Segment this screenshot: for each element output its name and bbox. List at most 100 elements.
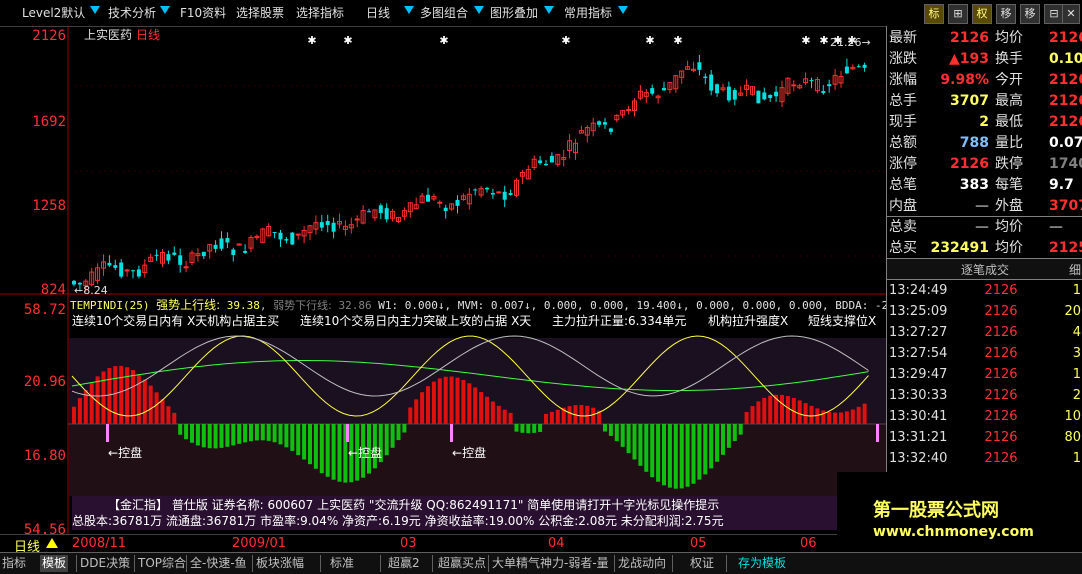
restore-button[interactable]: ⊟ bbox=[1044, 4, 1064, 24]
dropdown-arrow-icon[interactable] bbox=[90, 6, 100, 14]
tab-buy-point[interactable]: 超赢买点 bbox=[438, 555, 486, 572]
move-button-2[interactable]: 移 bbox=[1020, 4, 1040, 24]
control-marker bbox=[106, 424, 109, 442]
candle-body bbox=[756, 90, 761, 104]
indicator-bar-red bbox=[431, 381, 436, 424]
date-tick: 05 bbox=[690, 536, 707, 551]
period-label: 日线 bbox=[136, 28, 161, 42]
trade-row[interactable]: 13:32:40 2126 1 bbox=[887, 448, 1082, 469]
trade-row[interactable]: 13:27:54 2126 3 bbox=[887, 343, 1082, 364]
grid-button[interactable]: ⊞ bbox=[948, 4, 968, 24]
trade-price: 2126 bbox=[984, 325, 1018, 340]
menu-select-indicator[interactable]: 选择指标 bbox=[296, 3, 344, 23]
indicator-bar-green bbox=[679, 424, 684, 489]
rights-button[interactable]: 权 bbox=[972, 4, 992, 24]
dropdown-arrow-icon[interactable] bbox=[618, 6, 628, 14]
template-tabs: 指标 模板 DDE决策 TOP综合 全-快速-鱼 板块涨幅 标准 超赢2 超赢买… bbox=[0, 552, 1082, 574]
indicator-bar-green bbox=[184, 424, 189, 440]
indicator-bar-red bbox=[490, 401, 495, 424]
quote-label: 总笔 bbox=[889, 177, 917, 193]
control-tag: ←控盘 bbox=[108, 446, 143, 460]
quote-label: 涨幅 bbox=[889, 72, 917, 88]
indicator-bar-red bbox=[803, 403, 808, 424]
quote-value: 9.7 bbox=[1049, 177, 1074, 193]
mark-button[interactable]: 标 bbox=[924, 4, 944, 24]
tab-indicator[interactable]: 指标 bbox=[2, 555, 26, 572]
quote-value: 1740 bbox=[1049, 156, 1082, 172]
indicator-bar-red bbox=[750, 406, 755, 424]
dropdown-arrow-icon[interactable] bbox=[474, 6, 484, 14]
indicator-bar-green bbox=[260, 424, 265, 441]
tab-dragon[interactable]: 龙战动向 bbox=[618, 555, 666, 572]
indicator-bar-red bbox=[166, 406, 171, 424]
candle-body bbox=[113, 265, 118, 268]
indicator-bar-red bbox=[414, 399, 419, 424]
quote-panel: 最新2126均价2126涨跌▲193换手0.10%涨幅9.98%今开2126总手… bbox=[837, 26, 1082, 550]
indicator-bar-red bbox=[455, 377, 460, 424]
trade-row[interactable]: 13:27:27 2126 4 bbox=[887, 322, 1082, 343]
kline-chart-area[interactable]: ✱ ✱ ✱ ✱ ✱ ✱ ✱ ✱ ✱ ✱ 2126 1692 1258 824 上实医药 日线 ←8… bbox=[0, 26, 954, 550]
signal-star: ✱ bbox=[673, 34, 682, 47]
menu-f10[interactable]: F10资料 bbox=[180, 3, 226, 23]
menu-common-indicators[interactable]: 常用指标 bbox=[564, 3, 612, 23]
quote-value: 3707 bbox=[1049, 198, 1082, 214]
candle-body bbox=[544, 163, 548, 166]
move-button[interactable]: 移 bbox=[996, 4, 1016, 24]
dropdown-arrow-icon[interactable] bbox=[160, 6, 170, 14]
quote-value: 2126 bbox=[950, 30, 989, 46]
trade-time: 13:30:33 bbox=[889, 388, 948, 403]
trade-row[interactable]: 13:30:33 2126 2 bbox=[887, 385, 1082, 406]
menu-level2[interactable]: Level2默认 bbox=[22, 3, 85, 23]
indicator-bar-green bbox=[667, 424, 672, 488]
menu-technical-analysis[interactable]: 技术分析 bbox=[108, 3, 156, 23]
trade-row[interactable]: 13:25:09 2126 20 bbox=[887, 301, 1082, 322]
signal-star: ✱ bbox=[561, 34, 570, 47]
period-toggle-icon[interactable] bbox=[46, 538, 58, 548]
menu-daily[interactable]: 日线 bbox=[366, 3, 390, 23]
tab-sector-gain[interactable]: 板块涨幅 bbox=[256, 555, 304, 572]
indicator-bar-green bbox=[662, 424, 666, 486]
top-menu-bar: Level2默认 技术分析 F10资料 选择股票 选择指标 日线 多图组合 图形… bbox=[0, 0, 1082, 27]
quote-value: 2125 bbox=[1049, 240, 1082, 256]
trades-detail-col[interactable]: 细 bbox=[1069, 261, 1081, 278]
trade-price: 2126 bbox=[984, 283, 1018, 298]
candle-body bbox=[272, 232, 277, 234]
candle-body bbox=[231, 249, 236, 256]
tab-quick-fish[interactable]: 全-快速-鱼 bbox=[190, 555, 247, 572]
dropdown-arrow-icon[interactable] bbox=[544, 6, 554, 14]
indicator-bar-green bbox=[691, 424, 696, 484]
tab-chaoying2[interactable]: 超赢2 bbox=[388, 555, 420, 572]
tab-standard[interactable]: 标准 bbox=[330, 555, 354, 572]
menu-select-stock[interactable]: 选择股票 bbox=[236, 3, 284, 23]
signal-star: ✱ bbox=[439, 34, 448, 47]
tab-dde[interactable]: DDE决策 bbox=[80, 555, 130, 572]
indicator-desc-3: 主力拉升正量:6.334单元 bbox=[552, 314, 687, 328]
indicator-values: W1: 0.000↓, MVM: 0.007↓, 0.000, 0.000, 1… bbox=[378, 299, 955, 312]
quote-value: — bbox=[1049, 219, 1063, 235]
tab-save-template[interactable]: 存为模板 bbox=[738, 555, 786, 572]
trade-row[interactable]: 13:24:49 2126 1 bbox=[887, 280, 1082, 301]
indicator-bar-red bbox=[508, 412, 513, 424]
dropdown-arrow-icon[interactable] bbox=[404, 6, 414, 14]
control-tag: ←控盘 bbox=[348, 446, 383, 460]
menu-overlay[interactable]: 图形叠加 bbox=[490, 3, 538, 23]
candle-body bbox=[455, 200, 460, 206]
tab-big-order[interactable]: 大单精气神力-弱者-量 bbox=[492, 555, 609, 572]
menu-multi-chart[interactable]: 多图组合 bbox=[420, 3, 468, 23]
close-button[interactable]: ✕ bbox=[1062, 4, 1080, 24]
trade-row[interactable]: 13:30:41 2126 10 bbox=[887, 406, 1082, 427]
trade-row[interactable]: 13:29:47 2126 1 bbox=[887, 364, 1082, 385]
date-tick: 03 bbox=[400, 536, 417, 551]
indicator-bar-red bbox=[113, 366, 118, 424]
indicator-bar-green bbox=[237, 424, 242, 444]
trade-volume: 1 bbox=[1072, 367, 1081, 382]
candle-body bbox=[549, 155, 554, 163]
indicator-bar-green bbox=[201, 424, 206, 448]
indicator-bar-green bbox=[532, 424, 537, 433]
trade-row[interactable]: 13:31:21 2126 80 bbox=[887, 427, 1082, 448]
tab-template[interactable]: 模板 bbox=[40, 555, 69, 572]
indicator-name: TEMPINDI(25) bbox=[70, 299, 150, 312]
tab-warrant[interactable]: 权证 bbox=[690, 555, 714, 572]
indicator-bar-green bbox=[231, 424, 236, 446]
tab-top[interactable]: TOP综合 bbox=[138, 555, 186, 572]
